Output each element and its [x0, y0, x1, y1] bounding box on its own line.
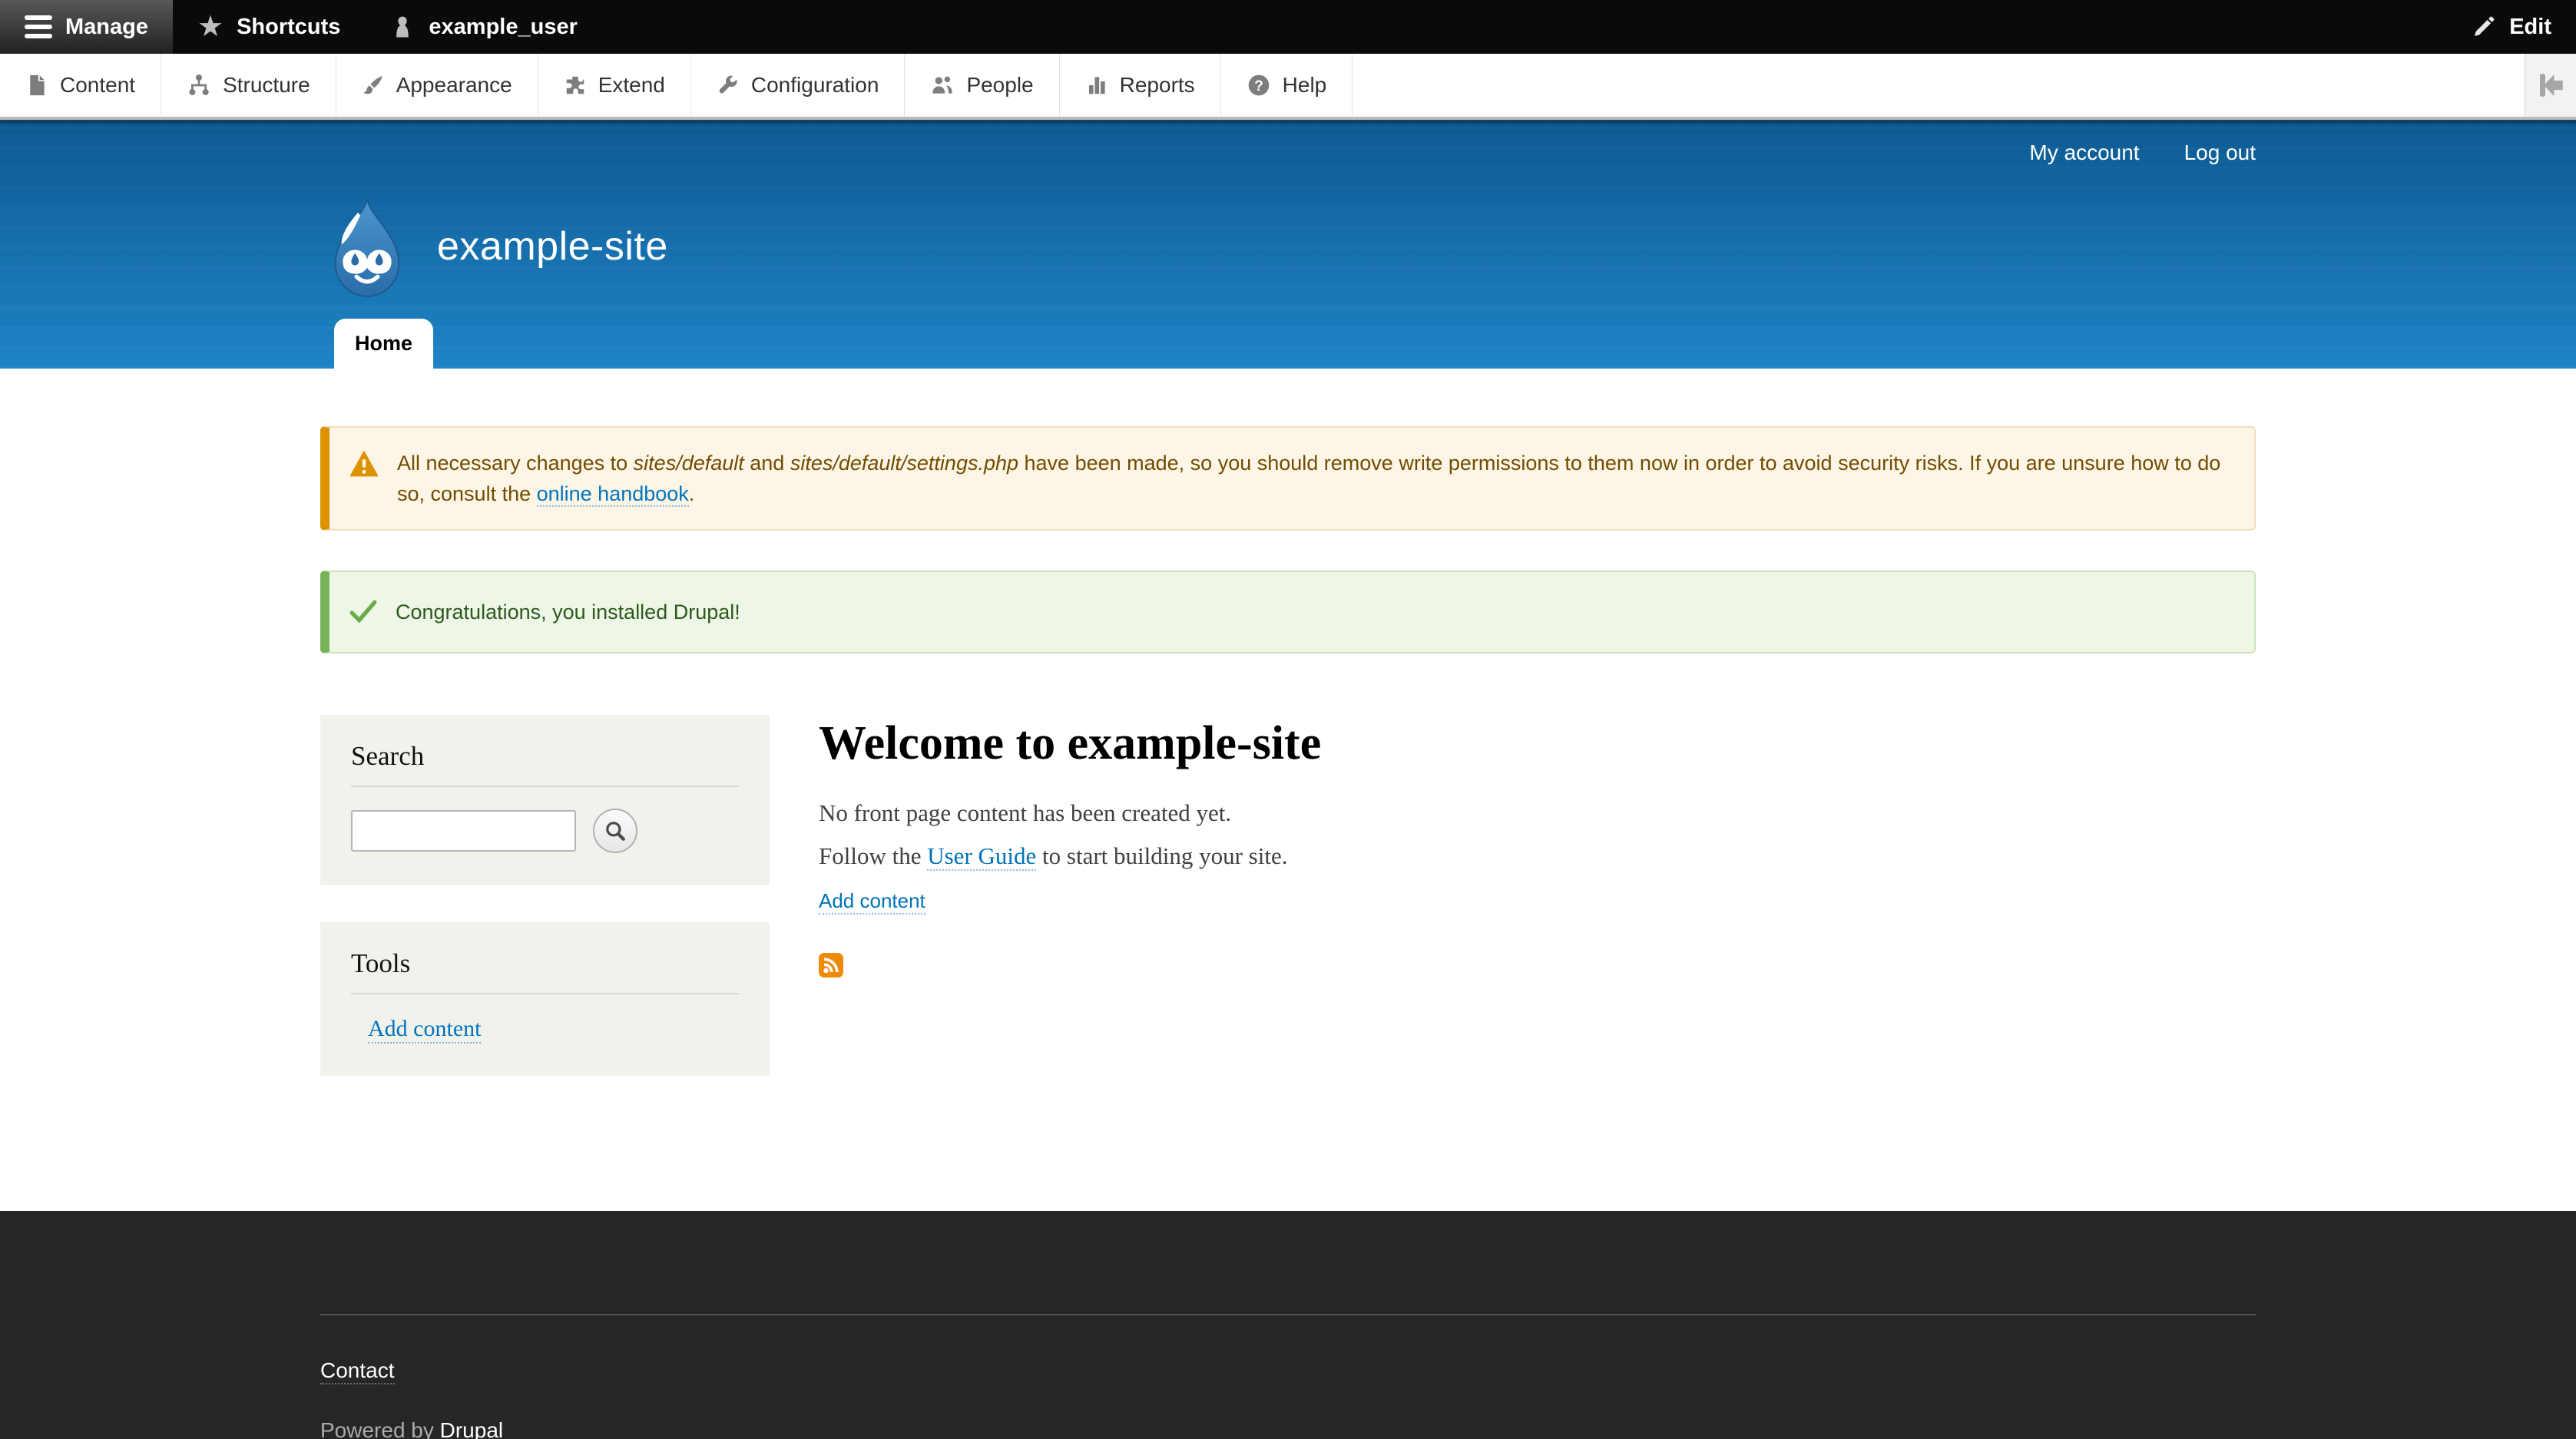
footer-divider — [320, 1314, 2256, 1315]
drupal-logo[interactable] — [320, 196, 414, 297]
edit-label: Edit — [2509, 15, 2551, 40]
extend-icon — [564, 74, 587, 97]
search-input[interactable] — [351, 810, 576, 852]
warning-path-1: sites/default — [634, 452, 744, 475]
add-content-link-sidebar[interactable]: Add content — [368, 1016, 481, 1044]
warning-message: All necessary changes to sites/default a… — [320, 426, 2256, 531]
block-divider — [351, 993, 739, 994]
toolbar-item-help[interactable]: ? Help — [1221, 54, 1353, 117]
main-content: Welcome to example-site No front page co… — [770, 715, 1321, 981]
powered-by: Powered by Drupal — [320, 1418, 2256, 1439]
appearance-icon — [362, 74, 385, 97]
block-divider — [351, 786, 739, 787]
toolbar-item-content[interactable]: Content — [0, 54, 161, 117]
search-block: Search — [320, 715, 770, 885]
search-block-title: Search — [351, 741, 739, 772]
content-icon — [25, 74, 48, 97]
add-content-link-main[interactable]: Add content — [819, 889, 925, 915]
search-form — [351, 809, 739, 853]
contact-link[interactable]: Contact — [320, 1358, 395, 1384]
pencil-icon — [2472, 15, 2496, 39]
warning-text: All necessary changes to sites/default a… — [397, 448, 2223, 509]
toolbar-item-reports[interactable]: Reports — [1060, 54, 1221, 117]
user-guide-link[interactable]: User Guide — [927, 842, 1036, 871]
shortcuts-menu-item[interactable]: ★ Shortcuts — [173, 0, 365, 54]
my-account-link[interactable]: My account — [2029, 141, 2139, 165]
site-name[interactable]: example-site — [437, 223, 668, 270]
hamburger-icon — [25, 15, 52, 38]
site-header: My account Log out example-site Home — [0, 120, 2576, 369]
search-button[interactable] — [593, 809, 637, 853]
svg-text:?: ? — [1254, 78, 1263, 94]
toolbar-item-structure[interactable]: Structure — [161, 54, 336, 117]
toolbar-item-appearance[interactable]: Appearance — [336, 54, 538, 117]
toolbar-label: Content — [60, 73, 135, 98]
online-handbook-link[interactable]: online handbook — [537, 482, 689, 507]
toolbar-label: Reports — [1120, 73, 1195, 98]
rss-row — [819, 953, 1321, 981]
content-row: Search Too — [320, 715, 2256, 1113]
warning-text-part: and — [744, 452, 790, 475]
toolbar-label: Structure — [223, 73, 310, 98]
warning-icon — [349, 451, 379, 477]
people-icon — [930, 73, 955, 98]
configuration-icon — [717, 74, 740, 97]
powered-by-text: Powered by — [320, 1418, 440, 1439]
tools-block: Tools Add content — [320, 922, 770, 1076]
drupal-link[interactable]: Drupal — [440, 1418, 503, 1439]
warning-text-part: All necessary changes to — [397, 452, 634, 475]
user-guide-text: Follow the User Guide to start building … — [819, 840, 1321, 872]
manage-label: Manage — [65, 15, 148, 40]
manage-menu-item[interactable]: Manage — [0, 0, 173, 54]
status-text: Congratulations, you installed Drupal! — [396, 597, 740, 627]
toolbar-item-configuration[interactable]: Configuration — [691, 54, 906, 117]
toolbar-label: People — [966, 73, 1033, 98]
warning-text-part: . — [689, 482, 695, 505]
admin-bar: Manage ★ Shortcuts example_user Edit — [0, 0, 2576, 54]
text-part: to start building your site. — [1036, 842, 1287, 869]
toolbar-item-extend[interactable]: Extend — [538, 54, 691, 117]
secondary-menu: My account Log out — [320, 124, 2256, 165]
no-content-text: No front page content has been created y… — [819, 797, 1321, 829]
search-icon — [604, 819, 627, 842]
status-message: Congratulations, you installed Drupal! — [320, 571, 2256, 653]
site-branding: example-site — [320, 165, 2256, 297]
toolbar-spacer — [1353, 54, 2525, 117]
drupal-page: Manage ★ Shortcuts example_user Edit Con… — [0, 0, 2576, 1439]
help-icon: ? — [1247, 73, 1271, 98]
text-part: Follow the — [819, 842, 927, 869]
toolbar-label: Appearance — [396, 73, 512, 98]
reports-icon — [1085, 74, 1108, 97]
toolbar-label: Configuration — [751, 73, 879, 98]
checkmark-icon — [349, 600, 377, 624]
log-out-link[interactable]: Log out — [2184, 141, 2256, 165]
rss-feed-icon[interactable] — [819, 953, 843, 978]
tools-block-title: Tools — [351, 948, 739, 979]
user-menu-item[interactable]: example_user — [365, 0, 601, 54]
toolbar-collapse-button[interactable] — [2525, 54, 2576, 117]
star-icon: ★ — [197, 12, 223, 41]
page-title: Welcome to example-site — [819, 716, 1321, 771]
toolbar-item-people[interactable]: People — [905, 54, 1059, 117]
edit-button[interactable]: Edit — [2447, 0, 2576, 54]
home-tab-label: Home — [355, 332, 412, 356]
admin-bar-spacer — [602, 0, 2447, 54]
tab-home[interactable]: Home — [334, 319, 433, 369]
toolbar-label: Help — [1283, 73, 1327, 98]
main-region: All necessary changes to sites/default a… — [0, 426, 2576, 1211]
username-label: example_user — [429, 15, 577, 40]
shortcuts-label: Shortcuts — [237, 15, 340, 40]
person-icon — [389, 14, 416, 40]
admin-toolbar-tray: Content Structure Appearance Extend — [0, 54, 2576, 120]
structure-icon — [187, 73, 211, 98]
sidebar: Search Too — [320, 715, 770, 1113]
warning-path-2: sites/default/settings.php — [790, 452, 1018, 475]
site-footer: Contact Powered by Drupal — [0, 1211, 2576, 1439]
toolbar-label: Extend — [598, 73, 665, 98]
collapse-tray-icon — [2535, 69, 2567, 101]
